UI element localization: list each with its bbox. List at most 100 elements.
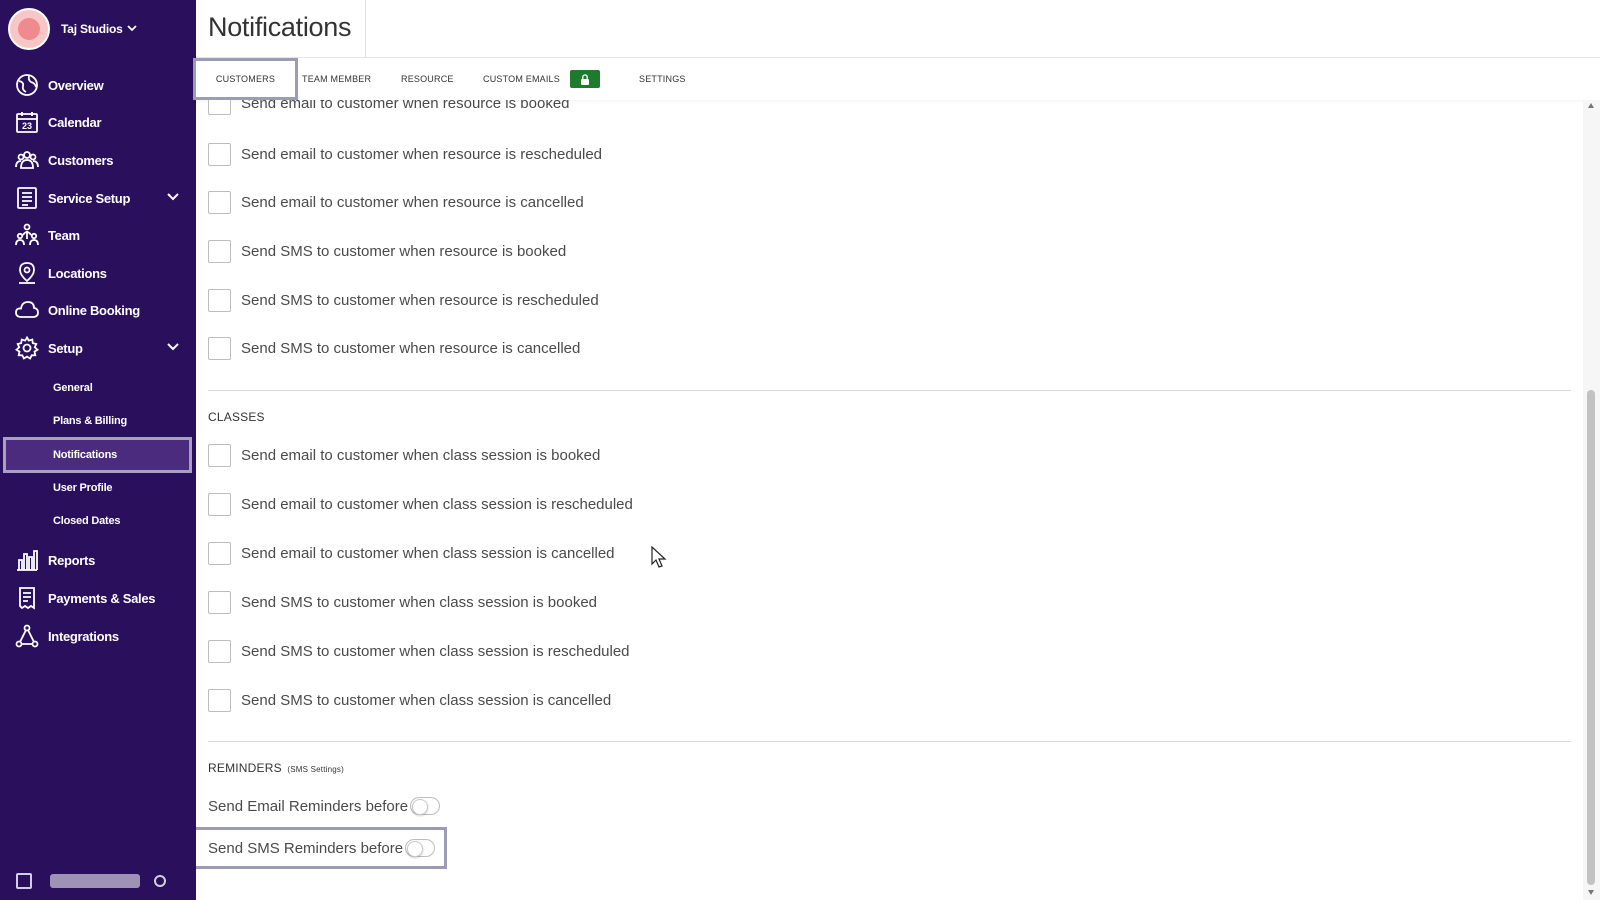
notification-tabs: CUSTOMERS TEAM MEMBER RESOURCE CUSTOM EM… (193, 58, 1600, 100)
scrollbar-thumb[interactable] (1587, 390, 1595, 885)
option-label: Send email to customer when class sessio… (241, 446, 601, 464)
option-label: Send email to customer when class sessio… (241, 544, 615, 562)
page-header: Notifications (196, 0, 1600, 58)
checkbox[interactable] (208, 639, 231, 663)
nav-item-payments-sales[interactable]: Payments & Sales (0, 581, 196, 615)
subnav-item-notifications[interactable]: Notifications (3, 437, 192, 473)
nav-item-integrations[interactable]: Integrations (0, 619, 196, 653)
option-label: Send SMS to customer when class session … (241, 593, 598, 611)
nav-label: Team (48, 227, 80, 243)
nav-item-customers[interactable]: Customers (0, 143, 196, 177)
reminders-subheading: (SMS Settings) (287, 765, 344, 774)
tab-settings[interactable]: SETTINGS (639, 58, 686, 100)
nav-item-overview[interactable]: Overview (0, 68, 196, 102)
checkbox[interactable] (208, 688, 231, 712)
option-row: Send SMS to customer when resource is ca… (208, 335, 580, 361)
nav-label: Reports (48, 552, 96, 568)
lock-icon (569, 70, 600, 88)
option-row: Send SMS to customer when class session … (208, 589, 597, 615)
calendar-icon: 23 (14, 109, 40, 135)
tab-customers[interactable]: CUSTOMERS (193, 58, 298, 100)
sms-reminders-label: Send SMS Reminders before (208, 839, 404, 857)
option-row: Send email to customer when class sessio… (208, 491, 633, 517)
help-icon[interactable] (154, 875, 166, 887)
nav-item-locations[interactable]: Locations (0, 256, 196, 290)
brand-switcher[interactable]: Taj Studios (8, 7, 137, 51)
users-icon (14, 147, 40, 173)
option-label: Send SMS to customer when class session … (241, 642, 630, 660)
option-label: Send SMS to customer when resource is re… (241, 291, 599, 309)
email-reminders-row: Send Email Reminders before (208, 792, 441, 820)
checkbox[interactable] (208, 239, 231, 263)
nav-item-calendar[interactable]: 23 Calendar (0, 105, 196, 139)
sidebar: Taj Studios Overview 23 Calendar Custome… (0, 0, 196, 900)
nav-item-online-booking[interactable]: Online Booking (0, 293, 196, 327)
checkbox[interactable] (208, 190, 231, 214)
scroll-down-arrow-icon[interactable] (1588, 890, 1594, 895)
subnav-item-plans-billing[interactable]: Plans & Billing (0, 408, 196, 434)
option-row: Send SMS to customer when class session … (208, 638, 630, 664)
checkbox[interactable] (208, 288, 231, 312)
tab-custom-emails[interactable]: CUSTOM EMAILS (483, 58, 600, 100)
checkbox[interactable] (208, 100, 231, 115)
bar-chart-icon (14, 547, 40, 573)
checkbox[interactable] (208, 590, 231, 614)
mouse-cursor-icon (651, 546, 667, 568)
external-link-icon[interactable] (16, 873, 32, 889)
nav-item-team[interactable]: Team (0, 218, 196, 252)
chevron-down-icon (126, 24, 137, 35)
email-reminders-label: Send Email Reminders before (208, 797, 409, 815)
nav-item-setup[interactable]: Setup (0, 331, 196, 365)
option-label: Send email to customer when class sessio… (241, 495, 633, 513)
checkbox[interactable] (208, 336, 231, 360)
integrations-icon (14, 623, 40, 649)
option-label: Send email to customer when resource is … (241, 193, 584, 211)
email-reminders-toggle[interactable] (410, 797, 441, 815)
chevron-down-icon (166, 190, 180, 209)
option-row: Send email to customer when resource is … (208, 189, 584, 215)
scroll-up-arrow-icon[interactable] (1588, 103, 1594, 108)
tab-label: CUSTOM EMAILS (483, 74, 560, 84)
subnav-item-user-profile[interactable]: User Profile (0, 475, 196, 501)
reminders-heading-text: REMINDERS (208, 761, 282, 775)
checkbox[interactable] (208, 541, 231, 565)
gear-icon (14, 335, 40, 361)
nav-label: Service Setup (48, 190, 131, 206)
sms-reminders-row: Send SMS Reminders before (208, 834, 436, 862)
cloud-icon (14, 297, 40, 323)
notifications-content: Send email to customer when resource is … (196, 100, 1583, 900)
nav-label: Integrations (48, 628, 119, 644)
section-heading-reminders: REMINDERS (SMS Settings) (208, 761, 344, 775)
nav-label: Overview (48, 77, 104, 93)
option-label: Send SMS to customer when resource is ca… (241, 339, 581, 357)
chevron-down-icon (166, 340, 180, 359)
section-heading-classes: CLASSES (208, 410, 265, 424)
nav-item-reports[interactable]: Reports (0, 543, 196, 577)
sms-reminders-toggle[interactable] (405, 839, 436, 857)
checkbox[interactable] (208, 492, 231, 516)
section-divider (208, 741, 1571, 742)
svg-text:23: 23 (22, 121, 32, 131)
nav-item-service-setup[interactable]: Service Setup (0, 181, 196, 215)
content-scrollbar[interactable] (1583, 100, 1600, 900)
sidebar-footer (0, 862, 196, 900)
list-icon (14, 185, 40, 211)
option-row: Send SMS to customer when resource is re… (208, 287, 599, 313)
nav-label: Customers (48, 152, 114, 168)
section-divider (208, 390, 1571, 391)
checkbox[interactable] (208, 142, 231, 166)
tab-team-member[interactable]: TEAM MEMBER (302, 58, 371, 100)
option-row: Send email to customer when class sessio… (208, 442, 600, 468)
page-title: Notifications (208, 12, 352, 42)
option-label: Send SMS to customer when resource is bo… (241, 242, 567, 260)
subnav-item-closed-dates[interactable]: Closed Dates (0, 508, 196, 534)
globe-icon (14, 72, 40, 98)
tab-resource[interactable]: RESOURCE (401, 58, 454, 100)
checkbox[interactable] (208, 443, 231, 467)
receipt-icon (14, 585, 40, 611)
subnav-item-general[interactable]: General (0, 375, 196, 401)
option-label: Send email to customer when resource is … (241, 145, 603, 163)
title-divider (365, 0, 366, 58)
nav-label: Locations (48, 265, 107, 281)
option-row: Send email to customer when class sessio… (208, 540, 615, 566)
